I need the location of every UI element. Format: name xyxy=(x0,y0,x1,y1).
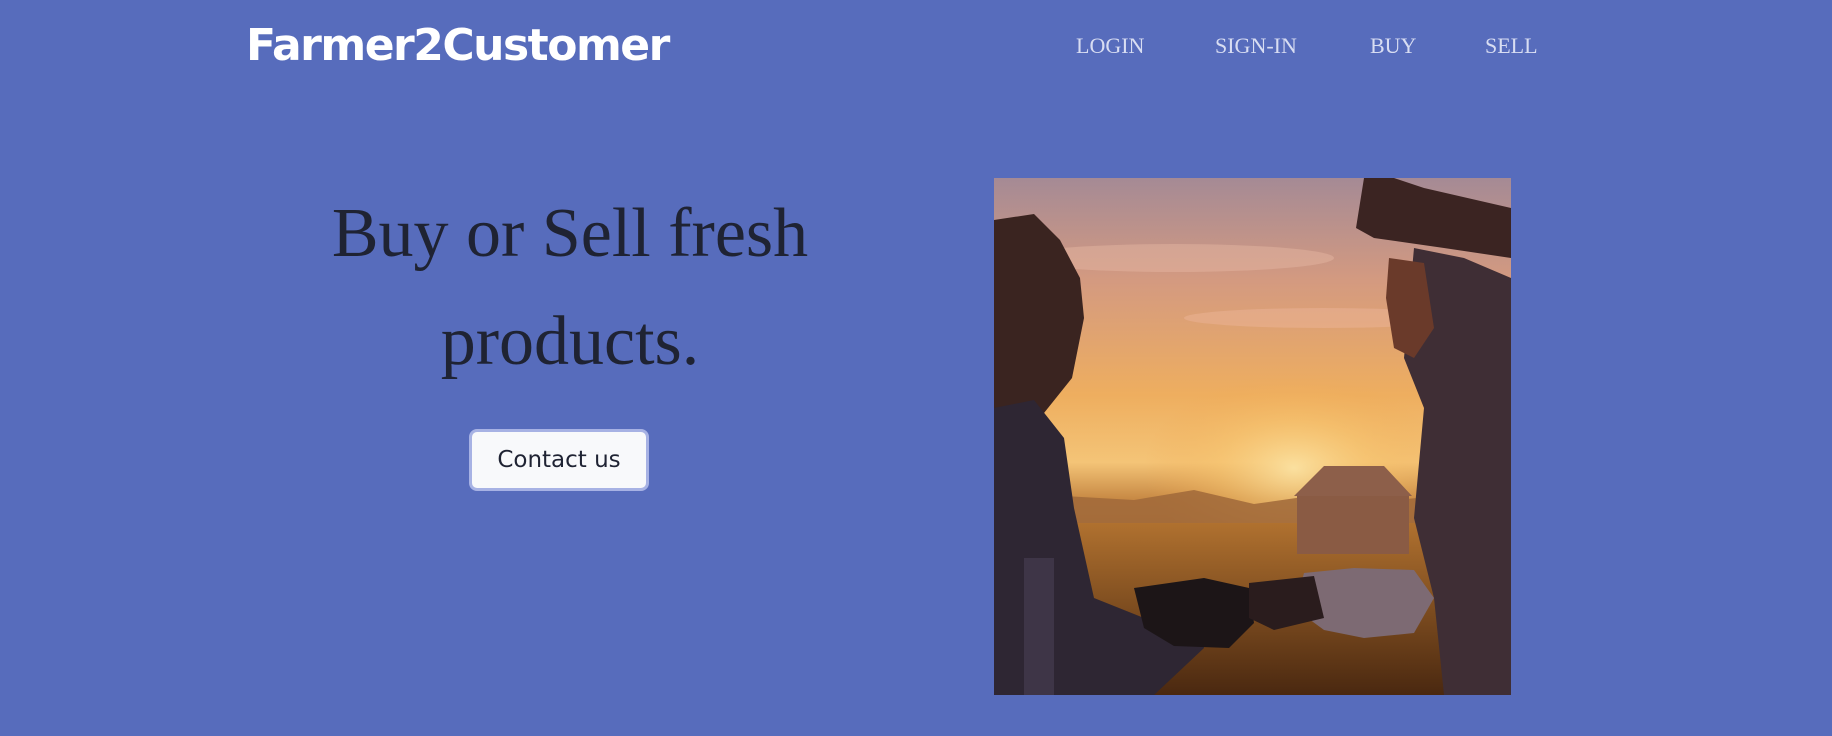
nav-sign-in-link[interactable]: SIGN-IN xyxy=(1215,30,1297,62)
contact-us-button[interactable]: Contact us xyxy=(469,429,649,491)
landing-page: Farmer2Customer LOGIN SIGN-IN BUY SELL B… xyxy=(0,0,1832,736)
hero-heading: Buy or Sell fresh products. xyxy=(331,195,809,380)
main-nav: LOGIN SIGN-IN BUY SELL xyxy=(1060,30,1560,62)
nav-buy-link[interactable]: BUY xyxy=(1370,30,1416,62)
nav-login-link[interactable]: LOGIN xyxy=(1076,30,1144,62)
brand-logo[interactable]: Farmer2Customer xyxy=(246,18,670,74)
hero-illustration-farmers-handshake xyxy=(994,178,1511,695)
nav-sell-link[interactable]: SELL xyxy=(1485,30,1538,62)
